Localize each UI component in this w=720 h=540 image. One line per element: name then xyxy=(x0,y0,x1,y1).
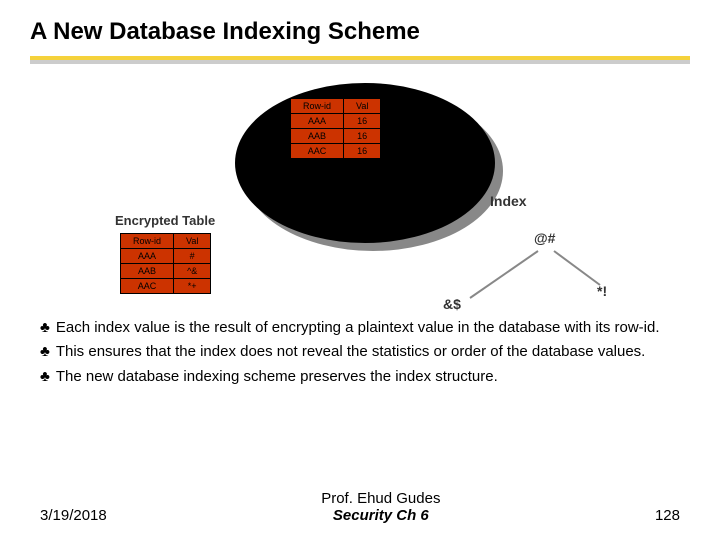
title-underline xyxy=(30,56,690,70)
bullet-text: The new database indexing scheme preserv… xyxy=(56,367,680,387)
diagram-area: Row-id Val AAA 16 AAB 16 AAC 16 Encrypte… xyxy=(30,78,690,318)
club-icon: ♣ xyxy=(40,318,50,338)
bullet-item: ♣ This ensures that the index does not r… xyxy=(40,342,680,362)
slide-title: A New Database Indexing Scheme xyxy=(0,0,720,56)
encrypted-table: Row-id Val AAA # AAB ^& AAC *+ xyxy=(120,233,211,294)
tree-node-left: &$ xyxy=(443,296,461,312)
bullet-list: ♣ Each index value is the result of encr… xyxy=(40,318,680,387)
bullet-text: This ensures that the index does not rev… xyxy=(56,342,680,362)
slide-footer: 3/19/2018 Prof. Ehud Gudes Security Ch 6… xyxy=(0,490,720,524)
encrypted-table-label: Encrypted Table xyxy=(115,213,215,228)
index-label: Index xyxy=(490,193,527,209)
club-icon: ♣ xyxy=(40,342,50,362)
bullet-item: ♣ Each index value is the result of encr… xyxy=(40,318,680,338)
footer-page-number: 128 xyxy=(655,507,680,524)
footer-date: 3/19/2018 xyxy=(40,507,107,524)
table-row: AAB ^& xyxy=(121,264,211,279)
footer-prof: Prof. Ehud Gudes xyxy=(321,490,440,507)
table-row: AAB 16 xyxy=(291,129,381,144)
tree-node-right: *! xyxy=(597,283,607,299)
bullet-text: Each index value is the result of encryp… xyxy=(56,318,680,338)
enc-header-val: Val xyxy=(174,234,211,249)
table-row: AAC *+ xyxy=(121,279,211,294)
footer-course: Security Ch 6 xyxy=(321,507,440,524)
pt-header-val: Val xyxy=(344,99,381,114)
tree-node-root: @# xyxy=(534,230,555,246)
enc-header-rowid: Row-id xyxy=(121,234,174,249)
plaintext-table: Row-id Val AAA 16 AAB 16 AAC 16 xyxy=(290,98,381,159)
footer-center: Prof. Ehud Gudes Security Ch 6 xyxy=(321,490,440,524)
pt-header-rowid: Row-id xyxy=(291,99,344,114)
table-row: AAA # xyxy=(121,249,211,264)
bullet-item: ♣ The new database indexing scheme prese… xyxy=(40,367,680,387)
club-icon: ♣ xyxy=(40,367,50,387)
table-row: AAA 16 xyxy=(291,114,381,129)
table-row: AAC 16 xyxy=(291,144,381,159)
